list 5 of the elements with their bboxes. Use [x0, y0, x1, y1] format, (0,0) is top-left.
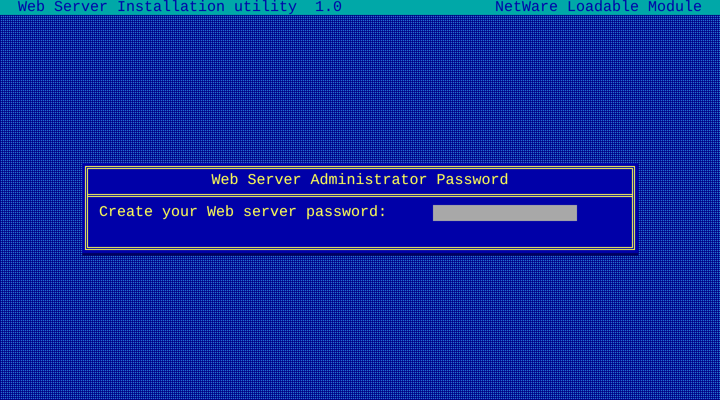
app-title: Web Server Installation utility 1.0	[18, 0, 342, 15]
dialog-title: Web Server Administrator Password	[88, 169, 632, 197]
field-label: Create your Web server password:	[99, 203, 388, 223]
password-field[interactable]	[433, 205, 577, 221]
module-label: NetWare Loadable Module	[494, 0, 702, 15]
